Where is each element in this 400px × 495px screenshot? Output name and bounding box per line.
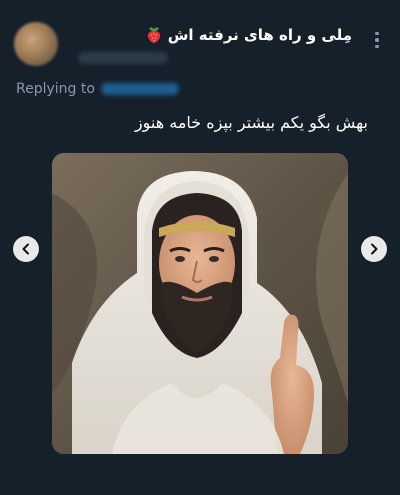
chevron-right-icon[interactable] [361,236,387,262]
tweet-text: بهش بگو یکم بیشتر بپزه خامه هنوز [134,113,368,132]
name-row: مِلی و راه های نرفته اش [146,26,352,44]
tweet-header: مِلی و راه های نرفته اش [14,22,386,74]
replying-to: Replying to [16,81,179,97]
handle-redacted [78,52,168,64]
reply-handle-redacted[interactable] [100,83,179,95]
chevron-left-icon[interactable] [13,236,39,262]
tweet-image[interactable] [52,153,348,454]
tweet: مِلی و راه های نرفته اش Replying to بهش … [0,0,400,495]
more-vertical-icon[interactable] [368,28,386,52]
avatar[interactable] [14,22,58,66]
display-name[interactable]: مِلی و راه های نرفته اش [168,26,352,44]
strawberry-icon [146,26,162,44]
replying-label: Replying to [16,81,95,97]
